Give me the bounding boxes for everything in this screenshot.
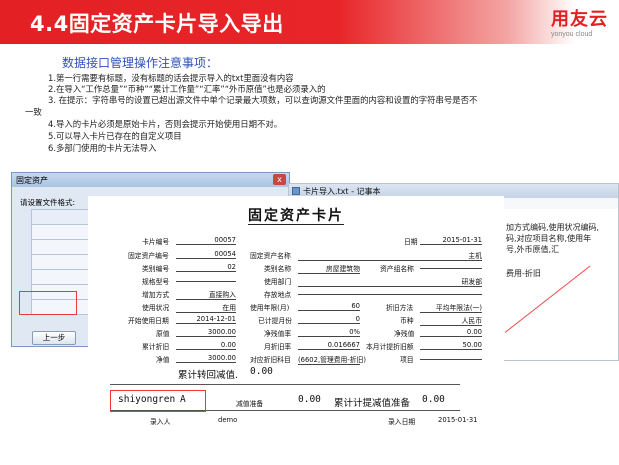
label: 日期: [404, 238, 418, 246]
label: 规格型号: [142, 278, 170, 286]
status-value: 在用: [176, 302, 236, 313]
label: 折旧方法: [386, 304, 414, 312]
entry-value: demo: [218, 416, 238, 424]
label: 累计折旧: [142, 343, 170, 351]
note-line: 4.导入的卡片必须是原始卡片，否则会提示开始使用日期不对。: [48, 119, 283, 129]
label: 类别编号: [142, 265, 170, 273]
asset-card: 固定资产卡片 卡片编号 00057 日期 2015-01-31 固定资产编号 0…: [88, 196, 504, 458]
life-value: 60: [298, 302, 360, 311]
label: 对应折旧科目: [250, 356, 291, 364]
entry-label: 录入人: [150, 418, 171, 426]
label: 月折旧率: [264, 343, 292, 351]
prev-step-button[interactable]: 上一步: [32, 331, 76, 345]
note-line: 3. 在提示：字符串号的设置已超出源文件中单个记录最大项数，可以查询源文件里面的…: [48, 95, 478, 105]
format-label: 请设置文件格式:: [20, 198, 76, 207]
notepad-title: 卡片导入.txt - 记事本: [303, 187, 381, 196]
label: 存放地点: [264, 291, 292, 299]
close-icon[interactable]: x: [273, 174, 286, 185]
date-value: 2015-01-31: [420, 236, 482, 245]
asset-no-value: 00054: [176, 250, 236, 259]
spec-value: [176, 281, 236, 282]
salv-rate-value: 0%: [298, 328, 360, 337]
loc-value: [298, 294, 482, 295]
notepad-text-line: 号,外币原值,汇: [506, 245, 560, 254]
notepad-icon: [292, 187, 300, 195]
notepad-text-line: 加方式编码,使用状况编码,: [506, 223, 600, 232]
card-divider: [110, 384, 460, 385]
label: 净残值率: [264, 330, 292, 338]
slide: 4.4固定资产卡片导入导出 用友云 yonyou cloud 数据接口管理操作注…: [0, 0, 619, 465]
user-code-highlight-box: [110, 390, 206, 412]
card-title: 固定资产卡片: [248, 208, 344, 224]
add-value: 直接购入: [176, 289, 236, 300]
label: 币种: [400, 317, 414, 325]
impair-value: 0.00: [298, 394, 321, 405]
label: 使用状况: [142, 304, 170, 312]
item-value: [420, 359, 482, 360]
salv-value: 0.00: [420, 328, 482, 337]
row-highlight-box: [19, 291, 77, 315]
note-line: 一致: [25, 107, 42, 117]
entry-date-value: 2015-01-31: [438, 416, 478, 424]
label: 卡片编号: [142, 238, 170, 246]
asset-name-value: 主机: [298, 250, 482, 261]
header-bar: 4.4固定资产卡片导入导出: [0, 0, 619, 44]
mrate-value: 0.016667: [298, 341, 360, 350]
notepad-text-line: 费用-折旧: [506, 269, 541, 278]
label: 已计提月份: [258, 317, 292, 325]
label: 原值: [156, 330, 170, 338]
acc-impair-label: 累计计提减值准备: [334, 398, 411, 409]
acc-dep-value: 0.00: [176, 341, 236, 350]
cat-no-value: 02: [176, 263, 236, 272]
notepad-text-line: 码,对应项目名称,使用年: [506, 234, 592, 243]
acc-write-back-value: 0.00: [250, 366, 273, 377]
accrued-value: 0: [298, 315, 360, 324]
label: 固定资产名称: [250, 252, 291, 260]
label: 项目: [400, 356, 414, 364]
cat-name-value: 房屋建筑物: [298, 263, 360, 274]
logo-text: 用友云: [551, 9, 608, 29]
method-value: 平均年限法(一): [420, 302, 482, 313]
acc-write-back-label: 累计转回减值.: [178, 370, 239, 381]
acc-impair-value: 0.00: [422, 394, 445, 405]
start-value: 2014-12-01: [176, 315, 236, 324]
label: 固定资产编号: [128, 252, 169, 260]
entry-date-label: 录入日期: [388, 418, 416, 426]
note-line: 6.多部门使用的卡片无法导入: [48, 143, 157, 153]
card-no-value: 00057: [176, 236, 236, 245]
subj-value: (6602,管理费用-折旧): [298, 356, 366, 365]
label: 开始使用日期: [128, 317, 169, 325]
group-value: [420, 268, 482, 269]
label: 净值: [156, 356, 170, 364]
orig-value: 3000.00: [176, 328, 236, 337]
note-line: 5.可以导入卡片已存在的自定义项目: [48, 131, 182, 141]
logo-subtext: yonyou cloud: [551, 31, 593, 38]
yonyou-logo: 用友云 yonyou cloud: [551, 5, 613, 43]
dept-value: 研发部: [298, 276, 482, 287]
card-title-underline: [248, 224, 344, 225]
net-value: 3000.00: [176, 354, 236, 363]
label: 增加方式: [142, 291, 170, 299]
impair-label: 减值准备: [236, 400, 264, 408]
label: 使用部门: [264, 278, 292, 286]
import-window-titlebar: 固定资产 x: [12, 173, 289, 187]
label: 资产组名称: [380, 265, 414, 273]
import-window-title: 固定资产: [16, 176, 48, 185]
label: 使用年限(月): [250, 304, 290, 312]
label: 净残值: [394, 330, 415, 338]
currency-value: 人民币: [420, 315, 482, 326]
label: 本月计提折旧额: [366, 343, 414, 351]
mdep-value: 50.00: [420, 341, 482, 350]
notes-subtitle: 数据接口管理操作注意事项：: [62, 56, 219, 70]
label: 类别名称: [264, 265, 292, 273]
page-title: 4.4固定资产卡片导入导出: [30, 12, 284, 36]
